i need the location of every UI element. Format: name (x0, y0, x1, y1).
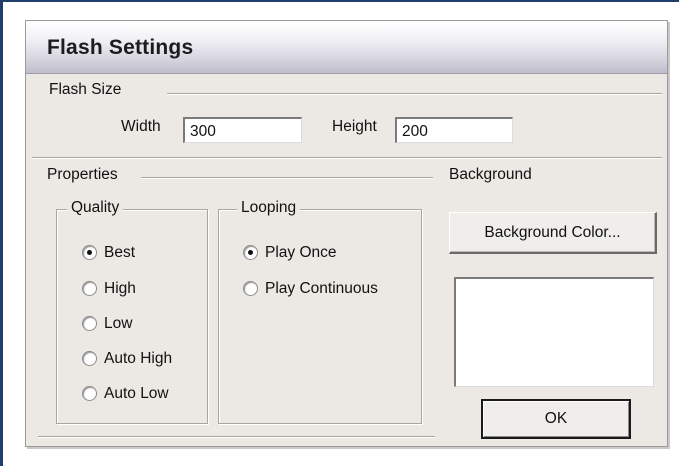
background-color-preview (454, 277, 654, 387)
radio-icon[interactable] (243, 281, 258, 296)
radio-icon[interactable] (82, 386, 97, 401)
radio-selected-icon[interactable] (243, 245, 258, 260)
quality-label: Quality (67, 199, 124, 217)
background-label: Background (449, 166, 532, 183)
radio-icon[interactable] (82, 281, 97, 296)
ok-button[interactable]: OK (481, 399, 631, 439)
background-color-button[interactable]: Background Color... (449, 212, 657, 254)
height-input[interactable] (395, 117, 513, 143)
dialog-title: Flash Settings (47, 36, 194, 59)
properties-label: Properties (47, 166, 118, 183)
looping-label: Looping (237, 199, 301, 217)
radio-icon[interactable] (82, 351, 97, 366)
quality-groupbox: Quality Best High Low Auto High Auto Low (56, 199, 208, 424)
flash-settings-dialog: Flash Settings Flash Size Width Height P… (25, 20, 668, 447)
looping-groupbox: Looping Play Once Play Continuous (218, 199, 422, 424)
flash-size-label: Flash Size (49, 81, 122, 98)
height-label: Height (332, 118, 377, 135)
radio-icon[interactable] (82, 316, 97, 331)
radio-selected-icon[interactable] (82, 245, 97, 260)
width-label: Width (121, 118, 161, 135)
dialog-titlebar: Flash Settings (26, 21, 667, 74)
width-input[interactable] (183, 117, 302, 143)
